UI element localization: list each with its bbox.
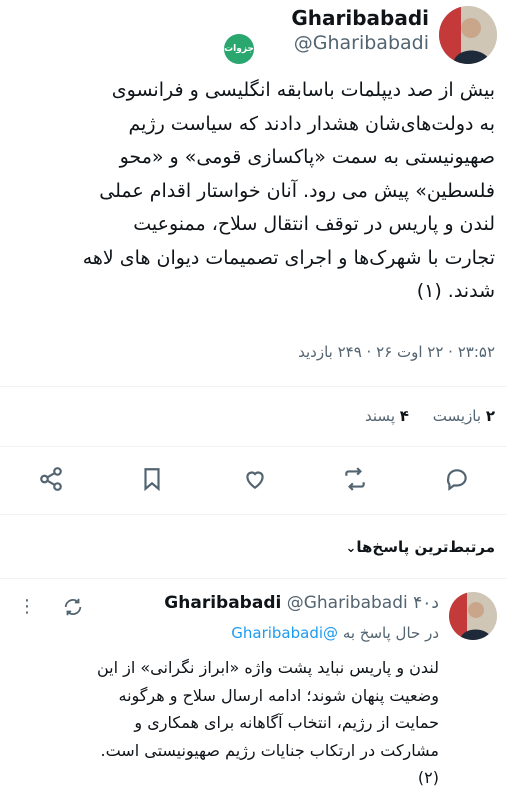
reply-avatar[interactable]: [449, 592, 497, 640]
sync-icon[interactable]: [62, 596, 84, 618]
replying-prefix: در حال پاسخ به: [342, 624, 439, 642]
reply-icon[interactable]: [440, 462, 474, 496]
likes-stat[interactable]: ۴ پسند: [365, 407, 409, 425]
like-icon[interactable]: [238, 462, 272, 496]
divider: [0, 386, 507, 387]
repost-icon[interactable]: [338, 462, 372, 496]
replying-to-handle[interactable]: @Gharibabadi: [231, 624, 338, 642]
chevron-down-icon: ⌄: [345, 541, 357, 556]
reply-text: لندن و پاریس نباید پشت واژه «ابراز نگران…: [96, 658, 439, 787]
reply-author-name[interactable]: Gharibabadi: [164, 593, 281, 613]
author-handle[interactable]: @Gharibabadi: [294, 32, 429, 54]
divider: [0, 446, 507, 447]
reply-header: Gharibabadi @Gharibabadi ۴۰د: [164, 593, 439, 613]
tweet-meta[interactable]: ۲۳:۵۲ · ۲۲ اوت ۲۶ · ۲۴۹ بازدید: [298, 343, 495, 361]
author-avatar[interactable]: [439, 6, 497, 64]
divider: [0, 514, 507, 515]
brand-badge-label: جزوات: [224, 44, 254, 54]
author-name[interactable]: Gharibabadi: [291, 6, 429, 30]
brand-badge-icon: جزوات: [224, 34, 254, 64]
tweet-stats: ۲ بازیست ۴ پسند: [365, 407, 495, 425]
reply-time[interactable]: ۴۰د: [413, 593, 439, 613]
divider: [0, 578, 507, 579]
action-bar: [0, 462, 507, 502]
reposts-label: بازیست: [432, 407, 482, 425]
more-options-icon[interactable]: ⋮: [18, 596, 37, 617]
reposts-count: ۲: [485, 407, 495, 425]
likes-label: پسند: [365, 407, 395, 425]
bookmark-icon[interactable]: [135, 462, 169, 496]
share-icon[interactable]: [34, 462, 68, 496]
sort-replies-dropdown[interactable]: مرتبط‌ترین پاسخ‌ها⌄: [339, 538, 495, 556]
replying-to: در حال پاسخ به @Gharibabadi: [231, 624, 439, 642]
sort-label: مرتبط‌ترین پاسخ‌ها: [356, 538, 495, 556]
likes-count: ۴: [399, 407, 409, 425]
tweet-text: بیش از صد دیپلمات باسابقه انگلیسی و فران…: [82, 79, 495, 302]
reply-author-handle[interactable]: @Gharibabadi: [287, 593, 408, 613]
reposts-stat[interactable]: ۲ بازیست: [433, 407, 495, 425]
